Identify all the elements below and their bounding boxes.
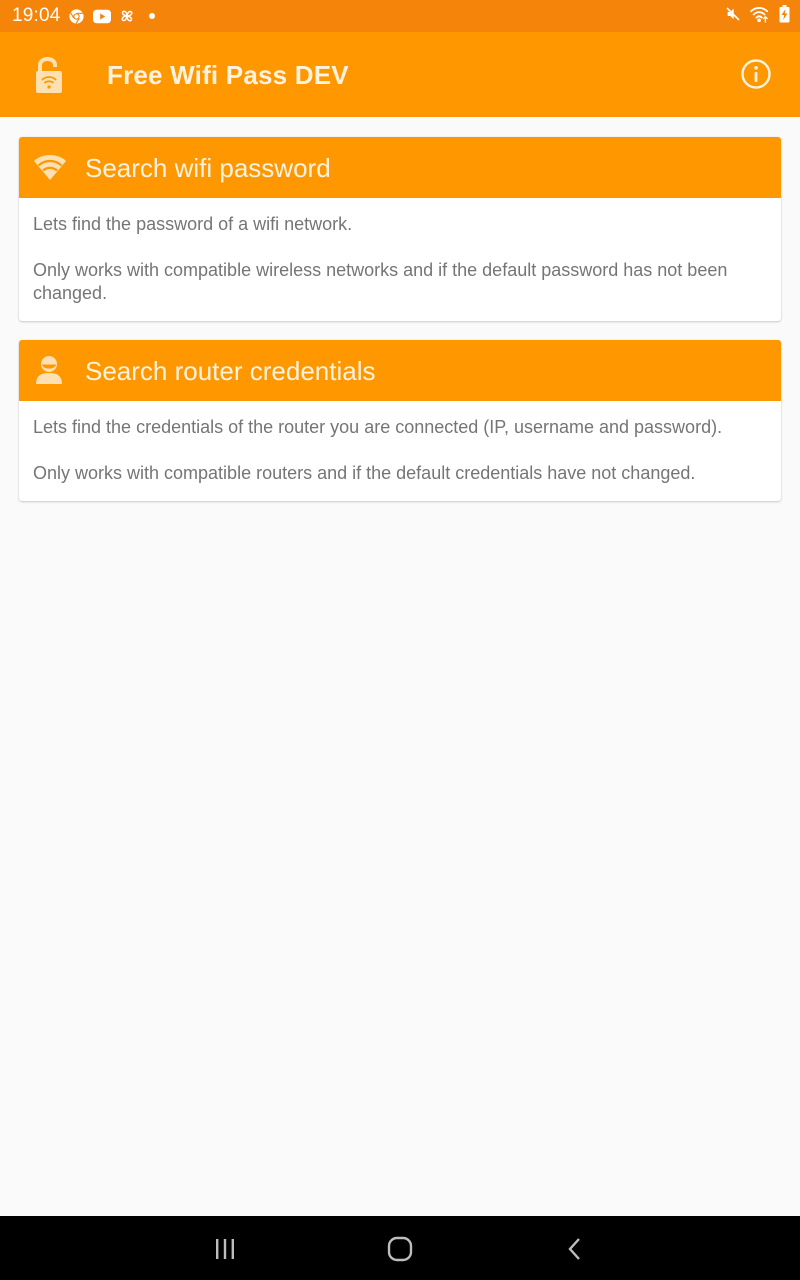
info-icon — [741, 59, 771, 89]
card-header: Search router credentials — [19, 340, 781, 401]
search-wifi-password-card[interactable]: Search wifi password Lets find the passw… — [19, 137, 781, 321]
card-description: Lets find the credentials of the router … — [33, 417, 723, 437]
back-button[interactable] — [555, 1234, 595, 1264]
pinwheel-app-icon — [118, 7, 136, 25]
user-icon — [33, 355, 67, 385]
card-note: Only works with compatible wireless netw… — [33, 260, 728, 303]
card-description: Lets find the password of a wifi network… — [33, 214, 353, 234]
app-bar: Free Wifi Pass DEV — [0, 32, 800, 117]
recents-icon — [216, 1239, 234, 1259]
mute-icon — [725, 6, 741, 27]
wifi-icon — [33, 152, 67, 182]
search-router-credentials-card[interactable]: Search router credentials Lets find the … — [19, 340, 781, 501]
info-button[interactable] — [740, 58, 772, 90]
card-title: Search router credentials — [85, 356, 376, 386]
home-button[interactable] — [380, 1234, 420, 1264]
battery-charging-icon — [779, 4, 790, 28]
system-nav-bar — [0, 1216, 800, 1280]
card-note: Only works with compatible routers and i… — [33, 463, 696, 483]
wifi-data-icon — [749, 5, 771, 28]
home-icon — [387, 1236, 413, 1262]
card-body: Lets find the credentials of the router … — [19, 401, 781, 485]
lock-wifi-icon — [34, 56, 64, 94]
card-body: Lets find the password of a wifi network… — [19, 198, 781, 305]
card-title: Search wifi password — [85, 153, 331, 183]
chrome-icon — [68, 7, 86, 25]
card-header: Search wifi password — [19, 137, 781, 198]
status-time: 19:04 — [12, 5, 61, 26]
recents-button[interactable] — [205, 1234, 245, 1264]
notification-dot-icon — [143, 7, 161, 25]
app-title: Free Wifi Pass DEV — [107, 60, 349, 90]
back-icon — [568, 1238, 580, 1260]
status-bar: 19:04 — [0, 0, 800, 32]
youtube-icon — [92, 7, 111, 25]
